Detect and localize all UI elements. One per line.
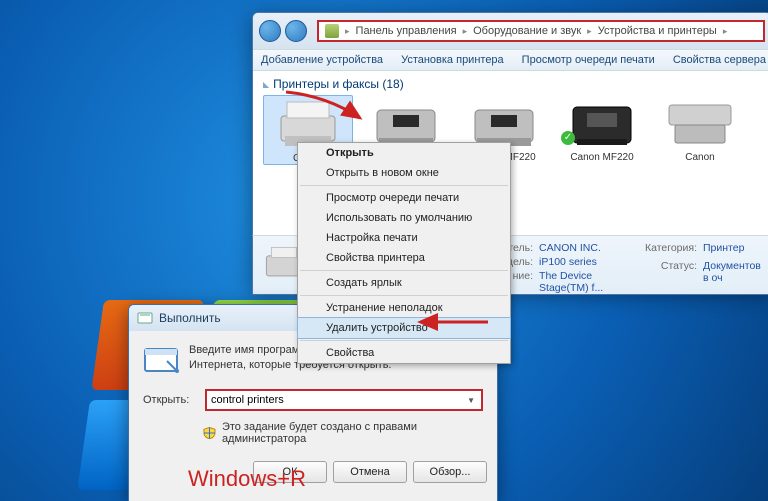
cancel-button[interactable]: Отмена bbox=[333, 461, 407, 483]
toolbar-add-device[interactable]: Добавление устройства bbox=[261, 54, 383, 66]
toolbar-add-printer[interactable]: Установка принтера bbox=[401, 54, 504, 66]
breadcrumb-item[interactable]: Панель управления bbox=[356, 25, 457, 37]
browse-button[interactable]: Обзор... bbox=[413, 461, 487, 483]
menu-printing-prefs[interactable]: Настройка печати bbox=[298, 228, 510, 248]
printer-item[interactable]: Canon bbox=[655, 95, 745, 165]
menu-open[interactable]: Открыть bbox=[298, 143, 510, 163]
control-panel-icon bbox=[325, 24, 339, 38]
printer-icon bbox=[567, 95, 637, 150]
run-input-wrap[interactable]: ▼ bbox=[205, 389, 483, 411]
breadcrumb-item[interactable]: Устройства и принтеры bbox=[598, 25, 717, 37]
explorer-toolbar: Добавление устройства Установка принтера… bbox=[253, 49, 768, 71]
run-title-icon bbox=[137, 310, 153, 326]
menu-view-queue[interactable]: Просмотр очереди печати bbox=[298, 188, 510, 208]
default-check-icon: ✓ bbox=[561, 131, 575, 145]
printer-item[interactable]: ✓ Canon MF220 bbox=[557, 95, 647, 165]
menu-open-new-window[interactable]: Открыть в новом окне bbox=[298, 163, 510, 183]
run-open-label: Открыть: bbox=[143, 394, 197, 406]
shortcut-hint: Windows+R bbox=[188, 466, 306, 492]
menu-printer-properties[interactable]: Свойства принтера bbox=[298, 248, 510, 268]
toolbar-server-props[interactable]: Свойства сервера печат bbox=[673, 54, 768, 66]
menu-set-default[interactable]: Использовать по умолчанию bbox=[298, 208, 510, 228]
menu-create-shortcut[interactable]: Создать ярлык bbox=[298, 273, 510, 293]
printer-label: Canon MF220 bbox=[570, 152, 633, 163]
printer-label: Canon bbox=[685, 152, 714, 163]
arrow-annotation-icon bbox=[414, 314, 494, 333]
printer-icon bbox=[665, 95, 735, 150]
breadcrumb[interactable]: Панель управления Оборудование и звук Ус… bbox=[317, 20, 765, 42]
menu-properties[interactable]: Свойства bbox=[298, 343, 510, 363]
uac-shield-icon bbox=[203, 426, 216, 440]
breadcrumb-item[interactable]: Оборудование и звук bbox=[473, 25, 581, 37]
toolbar-view-queue[interactable]: Просмотр очереди печати bbox=[522, 54, 655, 66]
run-icon bbox=[143, 343, 179, 379]
arrow-annotation-icon bbox=[282, 88, 372, 131]
nav-back-button[interactable] bbox=[259, 20, 281, 42]
run-input[interactable] bbox=[211, 394, 465, 406]
nav-forward-button[interactable] bbox=[285, 20, 307, 42]
dropdown-icon[interactable]: ▼ bbox=[465, 396, 477, 405]
run-admin-note: Это задание будет создано с правами адми… bbox=[222, 421, 483, 445]
